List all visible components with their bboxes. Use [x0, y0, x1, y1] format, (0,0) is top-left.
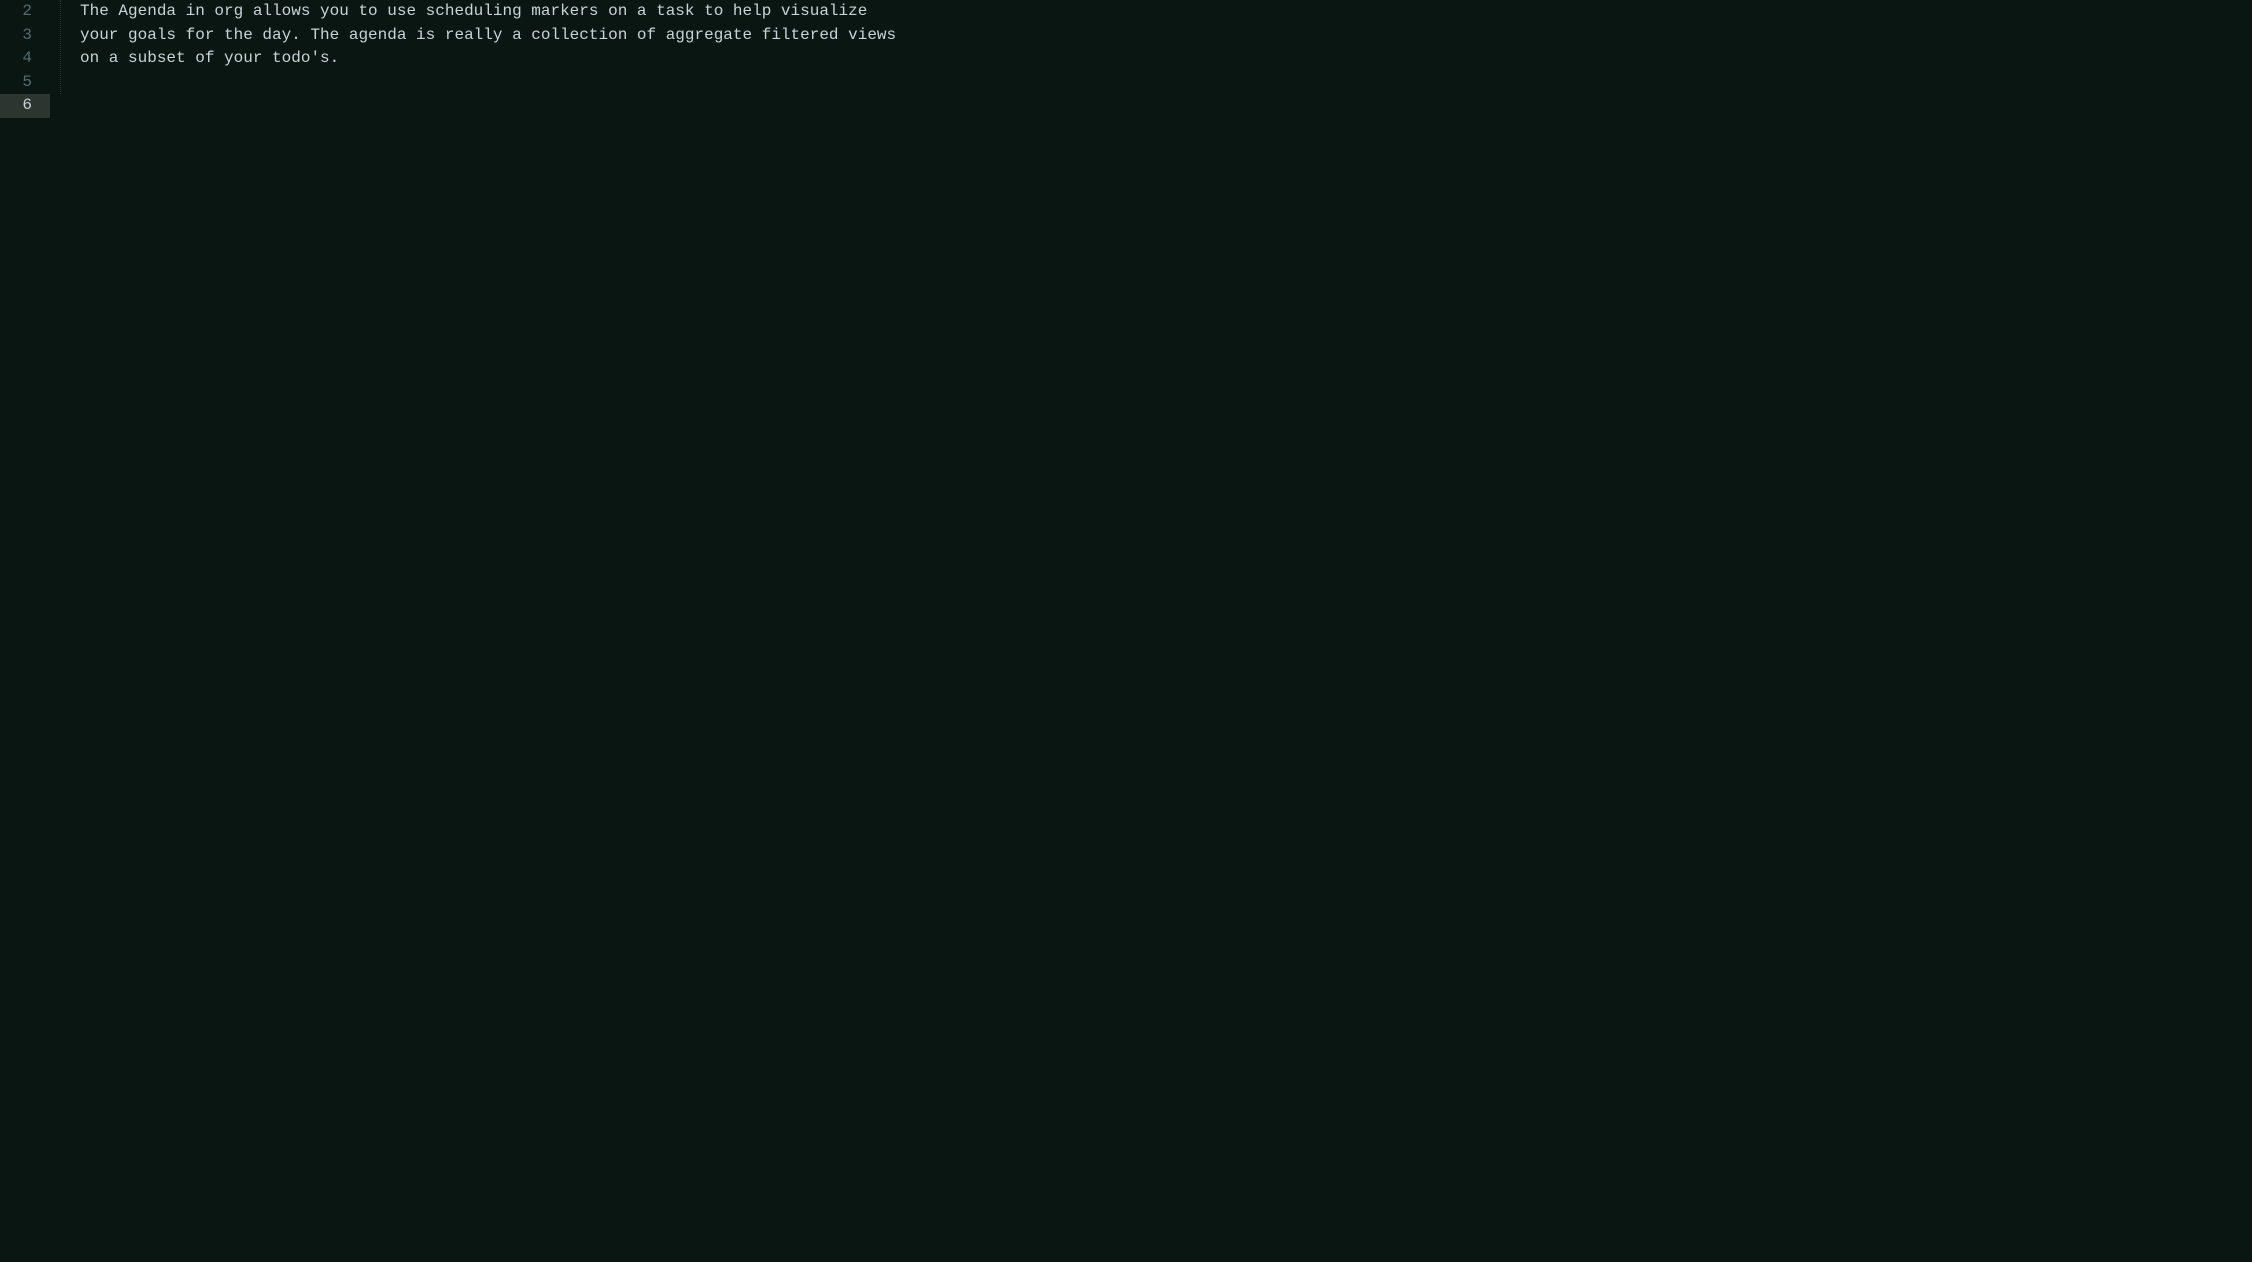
line-number[interactable]: 2: [0, 0, 50, 24]
indent-guide: [60, 0, 61, 94]
line-number[interactable]: 4: [0, 47, 50, 71]
code-line[interactable]: your goals for the day. The agenda is re…: [80, 24, 2252, 48]
editor-content[interactable]: The Agenda in org allows you to use sche…: [80, 0, 2252, 1262]
line-number[interactable]: 5: [0, 71, 50, 95]
code-line-current[interactable]: [80, 94, 2252, 118]
line-number-gutter: 2 3 4 5 6: [0, 0, 50, 1262]
editor-container: 2 3 4 5 6 The Agenda in org allows you t…: [0, 0, 2252, 1262]
code-line[interactable]: The Agenda in org allows you to use sche…: [80, 0, 2252, 24]
code-line[interactable]: [80, 71, 2252, 95]
indent-guide-container: [50, 0, 80, 1262]
code-line[interactable]: on a subset of your todo's.: [80, 47, 2252, 71]
line-number-current[interactable]: 6: [0, 94, 50, 118]
line-number[interactable]: 3: [0, 24, 50, 48]
